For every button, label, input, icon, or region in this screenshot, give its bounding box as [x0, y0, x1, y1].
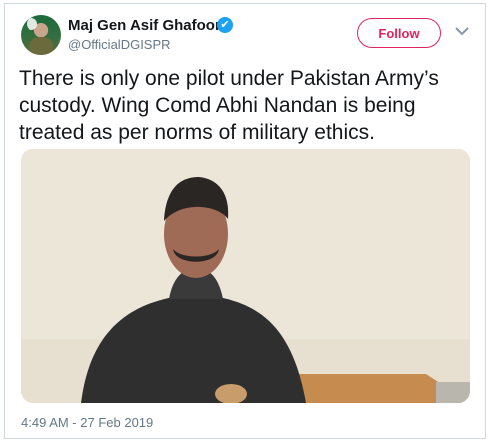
chevron-down-icon[interactable] — [453, 22, 471, 40]
tweet-timestamp[interactable]: 4:49 AM - 27 Feb 2019 — [21, 415, 153, 430]
follow-button[interactable]: Follow — [357, 18, 441, 48]
author-name[interactable]: Maj Gen Asif Ghafoor — [68, 17, 221, 34]
author-handle[interactable]: @OfficialDGISPR — [68, 37, 171, 52]
tweet-media-image[interactable] — [21, 149, 470, 403]
tweet-text: There is only one pilot under Pakistan A… — [19, 67, 439, 144]
tweet-card: Maj Gen Asif Ghafoor ✔ @OfficialDGISPR F… — [4, 3, 486, 439]
photo-illustration — [21, 149, 470, 403]
verified-badge-icon: ✔ — [217, 17, 233, 33]
avatar[interactable] — [21, 15, 61, 55]
